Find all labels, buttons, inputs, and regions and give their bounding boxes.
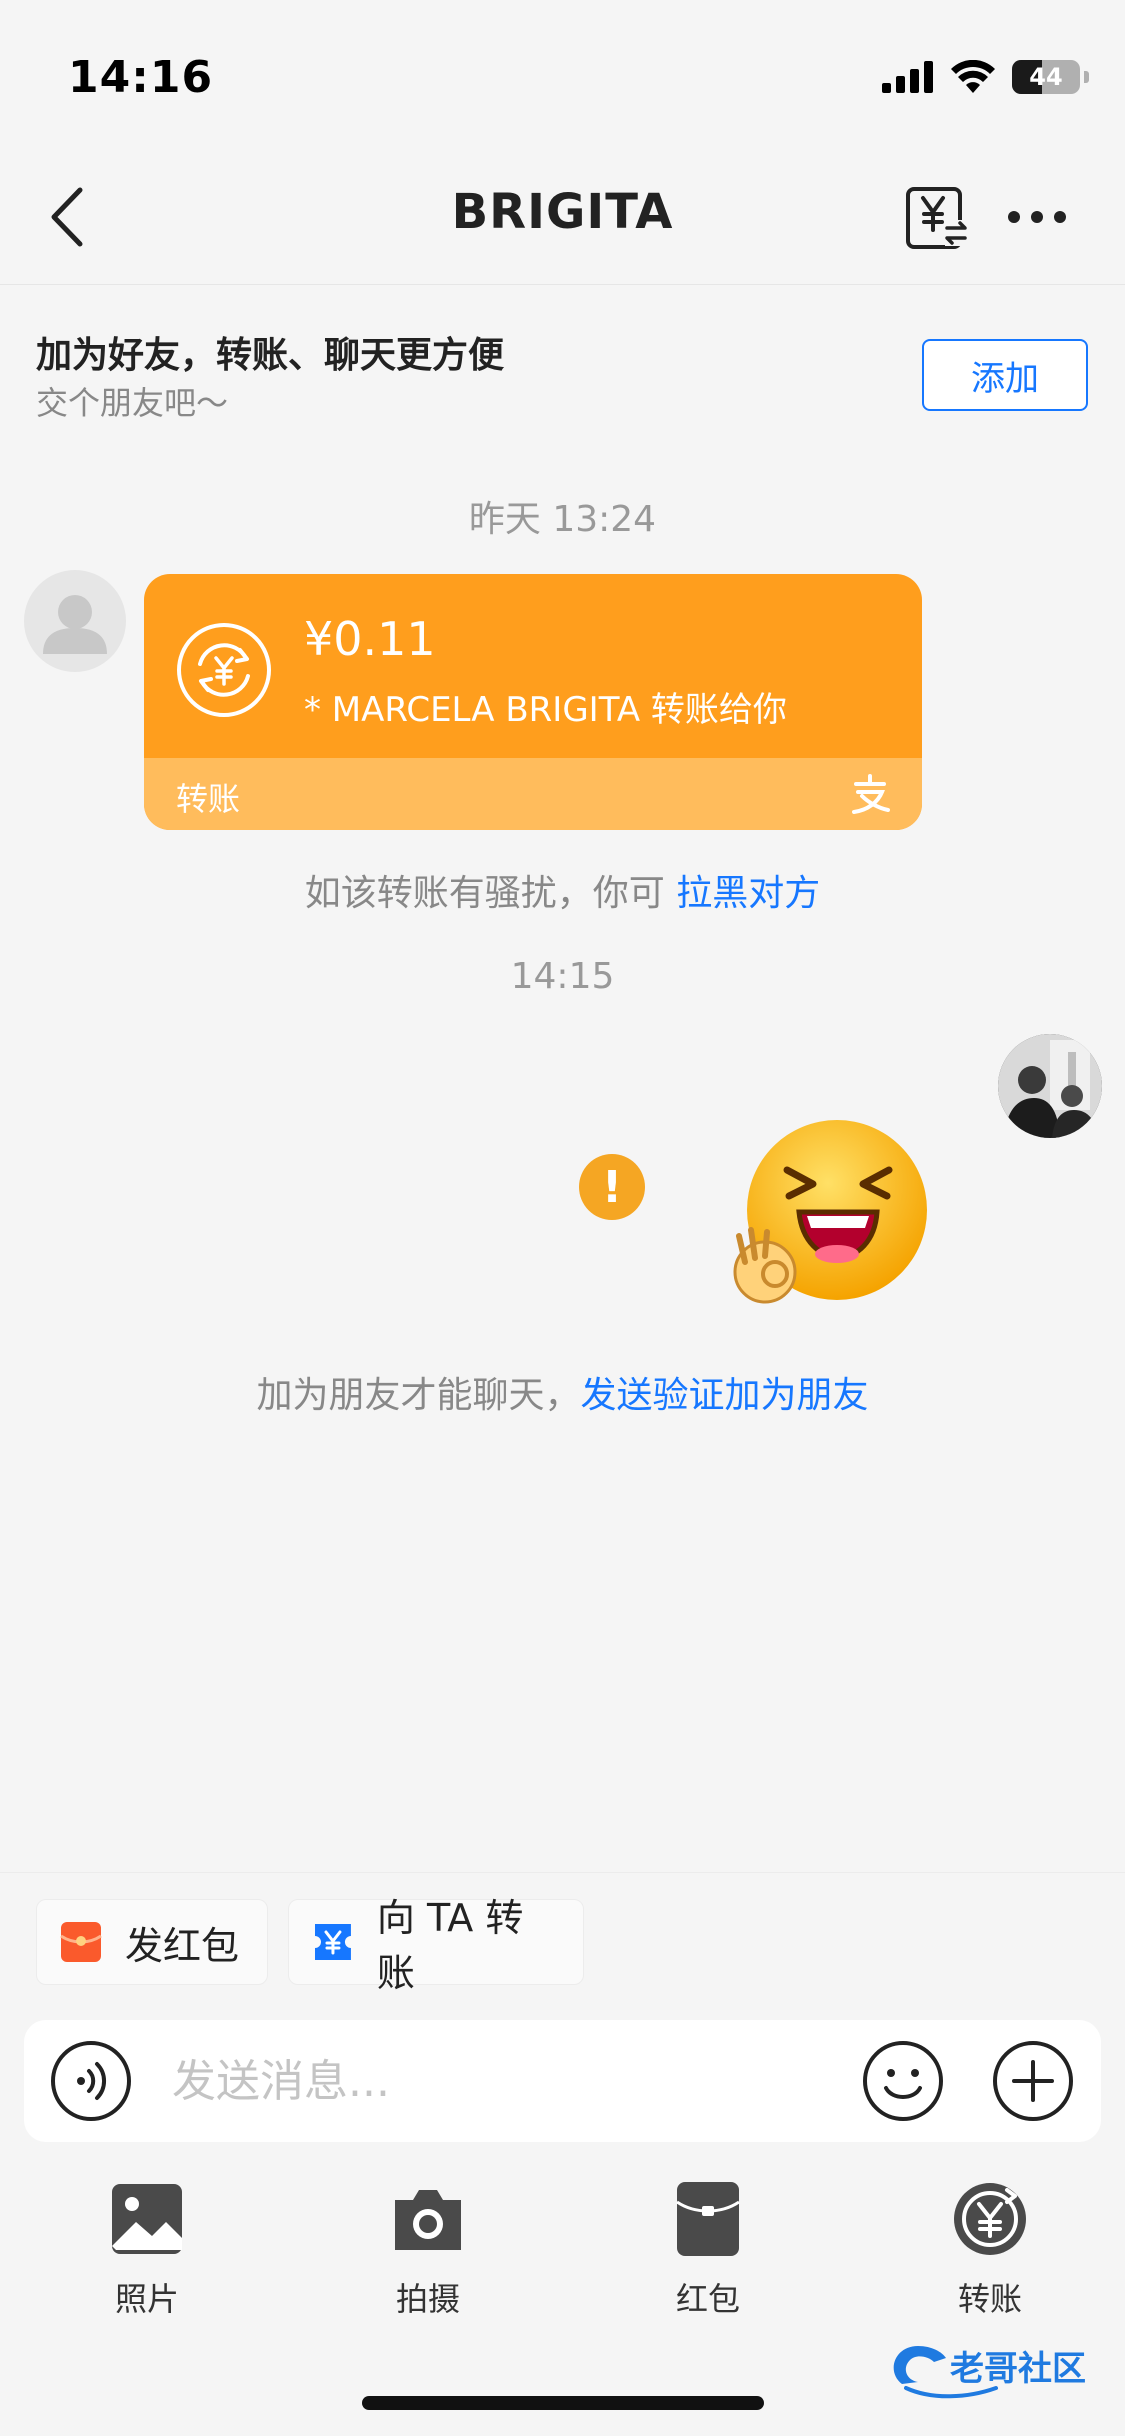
voice-input-icon[interactable] (50, 2040, 132, 2122)
message-input-bar (24, 2020, 1101, 2142)
message-input[interactable] (172, 2042, 812, 2120)
transfer-icon[interactable] (905, 184, 969, 252)
alipay-logo-icon (852, 774, 890, 814)
add-friend-notice-text: 加为朋友才能聊天， (256, 1375, 581, 1416)
message-timestamp: 昨天 13:24 (468, 499, 657, 540)
send-red-packet-label: 发红包 (125, 1923, 240, 1968)
battery-cap (1084, 71, 1089, 83)
home-indicator (362, 2396, 764, 2410)
add-friend-banner: 加为好友，转账、聊天更方便 交个朋友吧～ 添加 (0, 286, 1125, 441)
transfer-to-ta-button[interactable]: 向 TA 转账 (288, 1896, 584, 1995)
panel-item-label: 转账 (957, 2280, 1022, 2318)
send-failed-icon[interactable]: ! (579, 1154, 645, 1220)
message-timestamp: 14:15 (510, 956, 615, 997)
banner-subtitle: 交个朋友吧～ (36, 384, 229, 422)
banner-title: 加为好友，转账、聊天更方便 (36, 335, 505, 376)
status-icons: 44 (882, 60, 1089, 94)
send-verification-link[interactable]: 发送验证加为朋友 (581, 1375, 869, 1416)
quick-actions-bar: 发红包 向 TA 转账 (0, 1872, 1125, 2014)
user-photo-avatar (998, 1034, 1102, 1138)
panel-item-transfer[interactable]: 转账 (920, 2180, 1060, 2320)
photo-icon (112, 2184, 182, 2254)
signal-icon (882, 61, 933, 93)
battery-icon: 44 (1012, 60, 1080, 94)
transfer-card-footer: 转账 (144, 758, 922, 830)
panel-item-red-packet[interactable]: 红包 (638, 2180, 778, 2320)
wifi-icon (951, 60, 995, 93)
panel-item-label: 红包 (675, 2280, 740, 2318)
red-packet-icon (60, 1922, 102, 1962)
user-avatar[interactable] (998, 1034, 1102, 1138)
emoji-icon[interactable] (862, 2040, 944, 2122)
panel-item-photo[interactable]: 照片 (77, 2180, 217, 2320)
contact-avatar[interactable] (24, 570, 126, 672)
panel-item-label: 拍摄 (395, 2280, 460, 2318)
add-friend-button[interactable]: 添加 (922, 339, 1088, 411)
transfer-ticket-icon (314, 1924, 351, 1960)
transfer-amount: ¥0.11 (304, 612, 436, 666)
transfer-received-icon (177, 623, 271, 717)
status-time: 14:16 (68, 52, 214, 103)
block-contact-link[interactable]: 拉黑对方 (676, 873, 820, 914)
harassment-notice-text: 如该转账有骚扰，你可 (304, 873, 677, 914)
nav-bar: BRIGITA (0, 150, 1125, 285)
red-packet-icon (676, 2182, 740, 2256)
send-red-packet-button[interactable]: 发红包 (36, 1899, 268, 1985)
battery-level: 44 (1029, 63, 1063, 91)
watermark-logo: 老哥社区 (893, 2346, 1086, 2399)
add-friend-notice: 加为朋友才能聊天，发送验证加为朋友 (0, 1366, 1125, 1418)
camera-icon (395, 2190, 461, 2250)
panel-item-label: 照片 (114, 2280, 179, 2318)
watermark-text: 老哥社区 (950, 2349, 1086, 2389)
plus-icon[interactable] (992, 2040, 1074, 2122)
harassment-notice: 如该转账有骚扰，你可 拉黑对方 (0, 864, 1125, 916)
transfer-to-ta-label: 向 TA 转账 (376, 1896, 524, 1995)
default-avatar-icon (43, 595, 107, 654)
transfer-icon (954, 2183, 1026, 2255)
transfer-card[interactable]: ¥0.11 * MARCELA BRIGITA 转账给你 转账 (144, 574, 922, 830)
status-bar: 14:16 44 (0, 0, 1125, 150)
ok-emoji-sticker (733, 1120, 927, 1304)
more-icon[interactable] (1005, 202, 1069, 232)
transfer-footer-label: 转账 (176, 780, 241, 818)
transfer-description: * MARCELA BRIGITA 转账给你 (304, 690, 787, 730)
panel-item-camera[interactable]: 拍摄 (358, 2180, 498, 2320)
